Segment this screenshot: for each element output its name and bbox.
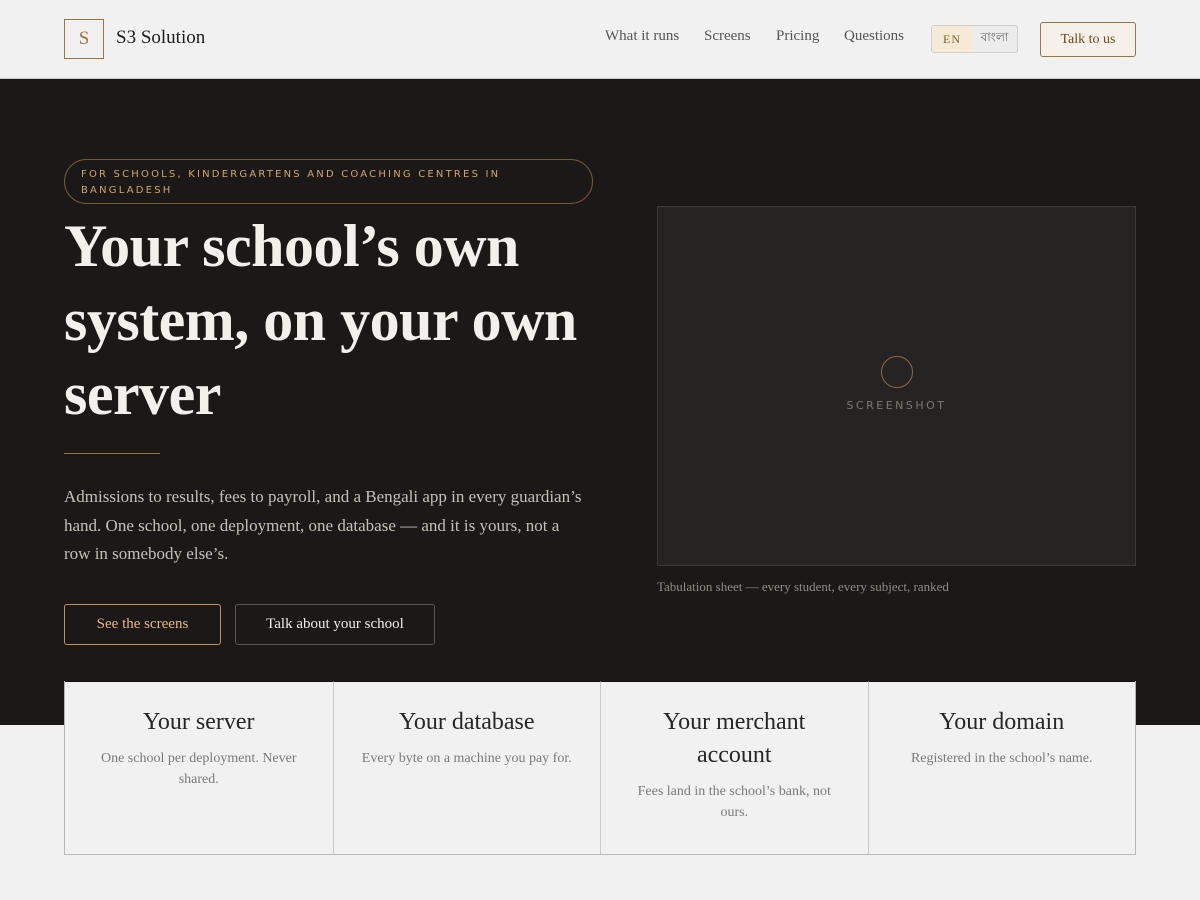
hero-section: For schools, kindergartens and coaching … — [0, 79, 1200, 725]
feature-card-domain: Your domain Registered in the school’s n… — [867, 681, 1135, 854]
feature-text: Every byte on a machine you pay for. — [361, 751, 572, 766]
feature-card-merchant: Your merchant account Fees land in the s… — [600, 681, 868, 854]
nav-screens[interactable]: Screens — [704, 28, 751, 45]
screenshot-placeholder: SCREENSHOT — [657, 206, 1136, 566]
feature-card-server: Your server One school per deployment. N… — [65, 681, 333, 854]
talk-to-us-button[interactable]: Talk to us — [1040, 22, 1136, 57]
feature-title: Your domain — [939, 709, 1065, 735]
feature-title: Your server — [142, 709, 255, 735]
talk-about-school-button[interactable]: Talk about your school — [235, 604, 435, 645]
headline-divider — [64, 453, 160, 454]
brand-name[interactable]: S3 Solution — [116, 27, 205, 49]
feature-title: Your database — [398, 709, 535, 735]
feature-text: One school per deployment. Never shared. — [100, 751, 297, 787]
hero-lead: Admissions to results, fees to payroll, … — [64, 487, 582, 563]
feature-text: Registered in the school’s name. — [910, 751, 1093, 766]
logo-mark[interactable]: S — [64, 19, 104, 59]
site-header: S S3 Solution What it runs Screens Prici… — [0, 0, 1200, 79]
language-switch: EN বাংলা — [931, 25, 1018, 53]
eyebrow-pill: For schools, kindergartens and coaching … — [64, 159, 593, 204]
lang-en-option[interactable]: EN — [932, 26, 972, 52]
feature-card-database: Your database Every byte on a machine yo… — [332, 681, 600, 854]
nav-what-it-runs[interactable]: What it runs — [605, 28, 679, 45]
lang-bn-option[interactable]: বাংলা — [972, 26, 1017, 52]
see-screens-button[interactable]: See the screens — [64, 604, 221, 645]
feature-text: Fees land in the school’s bank, not ours… — [637, 784, 831, 820]
nav-questions[interactable]: Questions — [844, 28, 904, 45]
screenshot-caption: Tabulation sheet — every student, every … — [657, 579, 949, 594]
feature-cards: Your server One school per deployment. N… — [64, 681, 1136, 855]
placeholder-circle-icon — [881, 356, 913, 388]
hero-headline: Your school’s own system, on your own se… — [64, 213, 577, 427]
screenshot-label: SCREENSHOT — [846, 399, 947, 412]
feature-title: Your merchant account — [663, 709, 806, 768]
nav-pricing[interactable]: Pricing — [776, 28, 819, 45]
